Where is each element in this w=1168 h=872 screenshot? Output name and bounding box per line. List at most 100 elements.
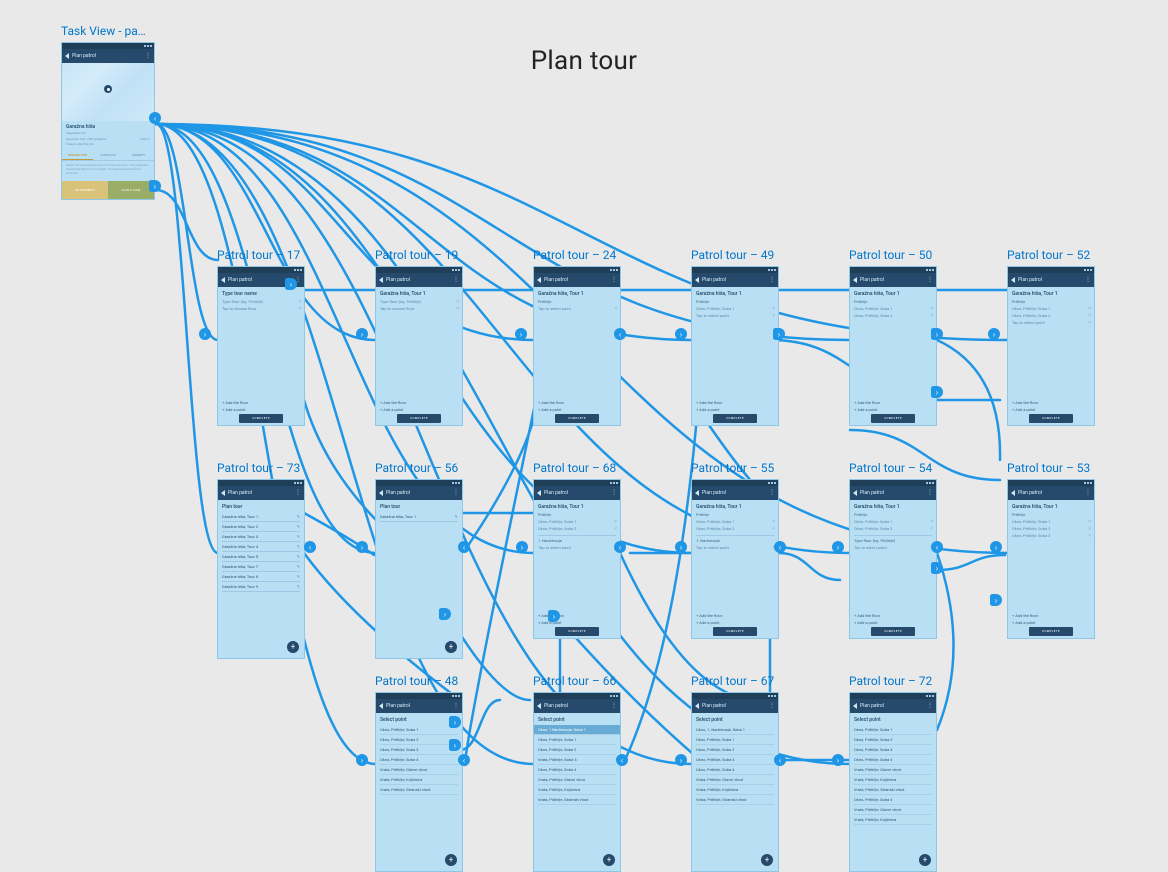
edit-icon[interactable]: ✎ (297, 554, 300, 559)
complete-button[interactable]: COMPLETE (1029, 627, 1073, 636)
mobile-screen[interactable]: Plan patrol⋮ Type tour nameType floor (e… (217, 266, 305, 426)
fab-add-button[interactable]: + (919, 854, 931, 866)
add-floor-link[interactable]: + Add the floor (696, 400, 774, 405)
add-point-link[interactable]: + Add a point (222, 407, 300, 412)
connection-port[interactable] (548, 610, 560, 622)
edit-icon[interactable]: ✎ (297, 574, 300, 579)
connection-port[interactable] (449, 739, 461, 751)
field-row[interactable]: Okno, Pritličje, Soba 1 (1012, 519, 1090, 524)
add-point-link[interactable]: + Add a point (696, 620, 774, 625)
field-row[interactable]: Okno, Pritličje, Soba 1 (696, 306, 774, 311)
edit-icon[interactable]: ✎ (297, 534, 300, 539)
select-item[interactable]: Okno, Pritličje, Soba 4 (854, 755, 932, 765)
add-point-link[interactable]: + Add a point (696, 407, 774, 412)
field-row[interactable]: Tap to select point (696, 545, 774, 550)
add-floor-link[interactable]: + Add the floor (854, 613, 932, 618)
back-icon[interactable] (537, 277, 541, 283)
connection-port[interactable] (832, 541, 844, 553)
connection-port[interactable] (356, 328, 368, 340)
list-item[interactable]: Garažna hiša, Tour 9✎ (222, 582, 300, 592)
list-item[interactable]: Garažna hiša, Tour 3✎ (222, 532, 300, 542)
select-item[interactable]: Okno, 1 Nadstropje, Soba 1 (534, 725, 620, 735)
edit-icon[interactable]: ✎ (297, 544, 300, 549)
select-item[interactable]: Vrata, Pritličje, Glavni vhod (380, 765, 458, 775)
menu-icon[interactable]: ⋮ (611, 277, 617, 283)
menu-icon[interactable]: ⋮ (145, 53, 151, 59)
select-item[interactable]: Okno, Pritličje, Soba 3 (854, 745, 932, 755)
field-row[interactable]: Okno, Pritličje, Soba 2 (1012, 313, 1090, 318)
mobile-screen[interactable]: Plan patrol⋮ Garažna hiša, Tour 1Pritlič… (533, 266, 621, 426)
add-floor-link[interactable]: + Add the floor (696, 613, 774, 618)
connection-port[interactable] (675, 328, 687, 340)
select-item[interactable]: Vrata, Pritličje, Stranski vhod (538, 795, 616, 805)
menu-icon[interactable]: ⋮ (927, 490, 933, 496)
edit-icon[interactable]: ✎ (297, 564, 300, 569)
connection-port[interactable] (149, 112, 161, 124)
connection-port[interactable] (990, 541, 1002, 553)
connection-port[interactable] (285, 278, 297, 290)
field-row[interactable]: Okno, Pritličje, Soba 2 (854, 526, 932, 531)
complete-button[interactable]: COMPLETE (397, 414, 441, 423)
fab-add-button[interactable]: + (287, 641, 299, 653)
connection-port[interactable] (614, 328, 626, 340)
back-icon[interactable] (221, 490, 225, 496)
mobile-screen[interactable]: Plan patrol⋮ Select pointOkno, Pritličje… (849, 692, 937, 872)
menu-icon[interactable]: ⋮ (611, 703, 617, 709)
menu-icon[interactable]: ⋮ (927, 277, 933, 283)
connection-port[interactable] (516, 541, 528, 553)
field-row[interactable]: Okno, Pritličje, Soba 2 (538, 526, 616, 531)
select-item[interactable]: Vrata, Pritličje, Knjižnica (696, 785, 774, 795)
back-icon[interactable] (537, 703, 541, 709)
mobile-screen[interactable]: Plan patrol⋮ Select pointOkno, 1 Nadstro… (533, 692, 621, 872)
edit-icon[interactable]: ✎ (297, 584, 300, 589)
mobile-screen[interactable]: Plan patrol⋮ Garažna hiša, Tour 1Pritlič… (1007, 479, 1095, 639)
select-item[interactable]: Okno, Pritličje, Soba 2 (380, 735, 458, 745)
back-icon[interactable] (379, 703, 383, 709)
menu-icon[interactable]: ⋮ (1085, 277, 1091, 283)
field-row[interactable]: Type floor (eg. Pritličje) (222, 299, 300, 304)
add-floor-link[interactable]: + Add the floor (380, 400, 458, 405)
menu-icon[interactable]: ⋮ (453, 490, 459, 496)
back-icon[interactable] (379, 277, 383, 283)
edit-icon[interactable]: ✎ (297, 514, 300, 519)
field-row[interactable]: Tap to choose floor (222, 306, 300, 311)
select-item[interactable]: Vrata, Pritličje, Stranski vhod (380, 785, 458, 795)
connection-port[interactable] (199, 328, 211, 340)
back-icon[interactable] (379, 490, 383, 496)
select-item[interactable]: Vrata, Pritličje, Stranski vhod (854, 785, 932, 795)
add-floor-link[interactable]: + Add the floor (854, 400, 932, 405)
edit-icon[interactable]: ✎ (297, 524, 300, 529)
add-point-link[interactable]: + Add a point (854, 620, 932, 625)
complete-button[interactable]: COMPLETE (871, 627, 915, 636)
mobile-screen[interactable]: Plan patrol⋮ Garažna hiša, Tour 1Pritlič… (691, 266, 779, 426)
connection-port[interactable] (988, 328, 1000, 340)
field-row[interactable]: Okno, Pritličje, Soba 2 (854, 313, 932, 318)
connection-port[interactable] (774, 541, 786, 553)
select-item[interactable]: Okno, Pritličje, Soba 3 (696, 755, 774, 765)
select-item[interactable]: Vrata, Pritličje, Knjižnica (380, 775, 458, 785)
field-row[interactable]: Okno, Pritličje, Soba 1 (538, 519, 616, 524)
select-item[interactable]: Okno, Pritličje, Soba 2 (696, 745, 774, 755)
connection-port[interactable] (931, 562, 943, 574)
select-item[interactable]: Okno, Pritličje, Soba 4 (854, 795, 932, 805)
complete-button[interactable]: COMPLETE (713, 627, 757, 636)
add-point-link[interactable]: + Add a point (538, 407, 616, 412)
select-item[interactable]: Vrata, Pritličje, Soba 3 (538, 755, 616, 765)
map-view[interactable] (62, 63, 154, 121)
connection-port[interactable] (931, 541, 943, 553)
select-item[interactable]: Okno, 1. Nadstropje, Soba 1 (696, 725, 774, 735)
connection-port[interactable] (356, 754, 368, 766)
fab-add-button[interactable]: + (761, 854, 773, 866)
connection-port[interactable] (774, 754, 786, 766)
select-item[interactable]: Okno, Pritličje, Soba 1 (696, 735, 774, 745)
field-row[interactable]: Tap to select point (538, 545, 616, 550)
select-item[interactable]: Vrata, Pritličje, Glavni vhod (696, 775, 774, 785)
mobile-screen[interactable]: Plan patrol⋮ Plan tourGaražna hiša, Tour… (217, 479, 305, 659)
select-item[interactable]: Vrata, Pritličje, Glavni vhod (854, 805, 932, 815)
select-item[interactable]: Okno, Pritličje, Soba 1 (538, 735, 616, 745)
connection-port[interactable] (675, 541, 687, 553)
add-point-link[interactable]: + Add a point (380, 407, 458, 412)
tab-priority[interactable]: PRIORITY (123, 151, 154, 160)
menu-icon[interactable]: ⋮ (769, 490, 775, 496)
complete-button[interactable]: COMPLETE (713, 414, 757, 423)
